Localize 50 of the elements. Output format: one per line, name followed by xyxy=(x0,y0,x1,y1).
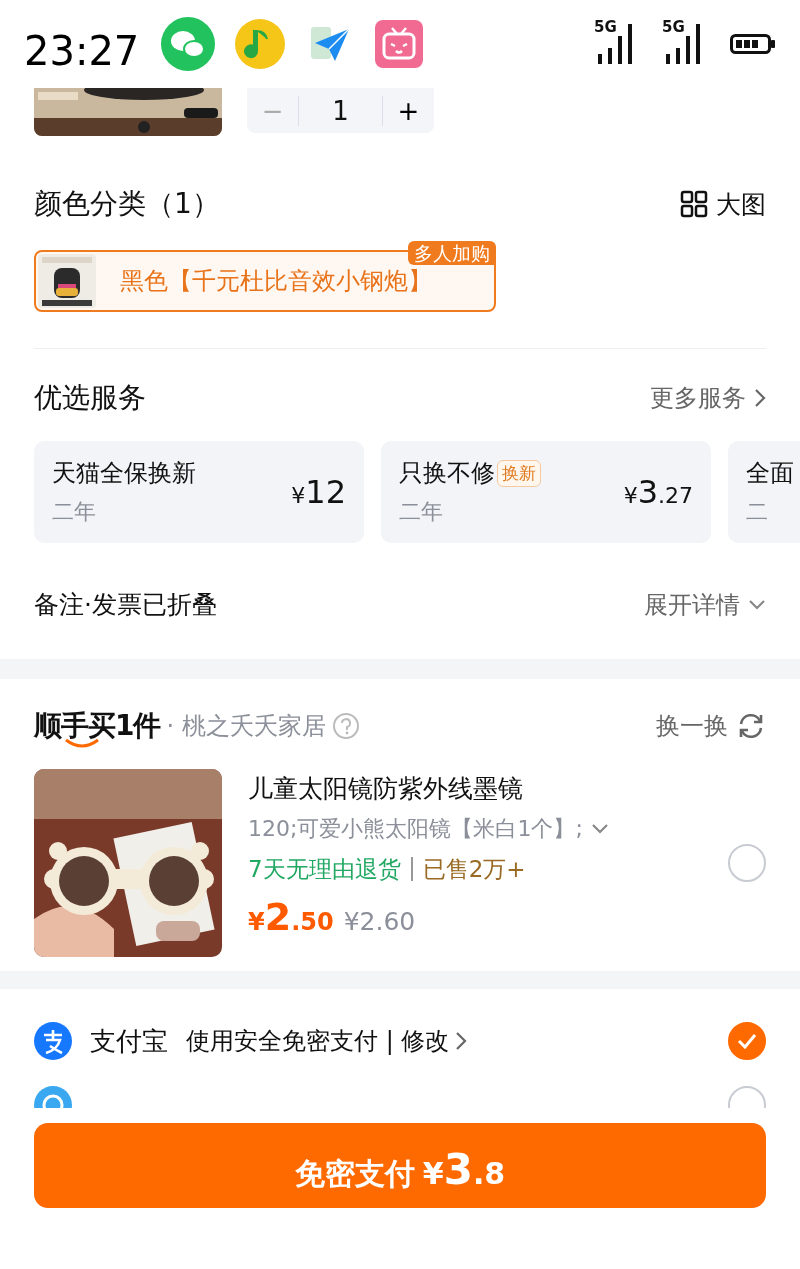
smile-icon xyxy=(64,738,100,748)
service-title: 天猫全保换新 xyxy=(52,458,196,489)
refresh-link[interactable]: 换一换 xyxy=(656,710,766,742)
store-name: · 桃之夭夭家居 xyxy=(166,711,326,742)
clock-time: 23:27 xyxy=(24,28,140,74)
large-view-toggle[interactable]: 大图 xyxy=(680,187,766,221)
payment-radio[interactable] xyxy=(728,1022,766,1060)
payment-logo-icon xyxy=(34,1022,72,1060)
chevron-right-icon xyxy=(754,388,766,408)
original-price: ¥2.60 xyxy=(343,907,416,936)
select-radio[interactable] xyxy=(728,844,766,882)
service-price: ¥3.27 xyxy=(623,473,693,511)
section-title: 优选服务 xyxy=(34,380,146,416)
network-type-label: 5G xyxy=(594,18,617,36)
chevron-down-icon xyxy=(590,823,609,835)
popular-badge: 多人加购 xyxy=(408,241,496,265)
service-term: 二年 xyxy=(52,498,97,526)
notes-label: 备注·发票已折叠 xyxy=(34,589,217,621)
service-term: 二 xyxy=(746,498,769,526)
service-card[interactable]: 全面 二 xyxy=(728,441,800,543)
sale-price: ¥2.50 xyxy=(248,895,334,939)
network-type-label: 5G xyxy=(662,18,685,36)
section-title: 颜色分类（1） xyxy=(34,186,220,222)
help-icon xyxy=(331,712,360,740)
check-icon xyxy=(737,1033,757,1049)
tv-icon xyxy=(375,20,424,68)
product-title: 儿童太阳镜防紫外线墨镜 xyxy=(248,773,524,805)
chevron-down-icon xyxy=(748,598,766,611)
expand-details-link[interactable]: 展开详情 xyxy=(644,588,766,621)
increase-button[interactable]: + xyxy=(382,95,434,126)
grid-icon xyxy=(680,190,708,218)
return-policy: 7天无理由退货 xyxy=(248,855,401,884)
quantity-value: 1 xyxy=(298,95,383,126)
music-note-icon xyxy=(235,19,286,69)
chat-icon xyxy=(161,17,216,71)
chevron-right-icon xyxy=(455,1031,468,1051)
service-term: 二年 xyxy=(399,498,444,526)
sales-count: 已售2万+ xyxy=(422,855,526,884)
battery-icon xyxy=(730,32,776,56)
more-services-link[interactable]: 更多服务 xyxy=(650,382,766,414)
change-payment-link[interactable]: 使用安全免密支付 | 修改 xyxy=(186,1025,468,1057)
payment-method-name: 支付宝 xyxy=(90,1024,168,1058)
section-logo: 顺手买1件 xyxy=(34,706,161,746)
service-card[interactable]: 天猫全保换新 二年 ¥12 xyxy=(34,441,364,543)
service-title: 全面 xyxy=(746,458,794,489)
variant-selector[interactable]: 120;可爱小熊太阳镜【米白1个】; xyxy=(248,811,609,847)
service-price: ¥12 xyxy=(291,473,346,511)
service-card[interactable]: 只换不修 换新 二年 ¥3.27 xyxy=(381,441,711,543)
service-title: 只换不修 xyxy=(399,458,495,489)
service-tag: 换新 xyxy=(497,459,541,487)
